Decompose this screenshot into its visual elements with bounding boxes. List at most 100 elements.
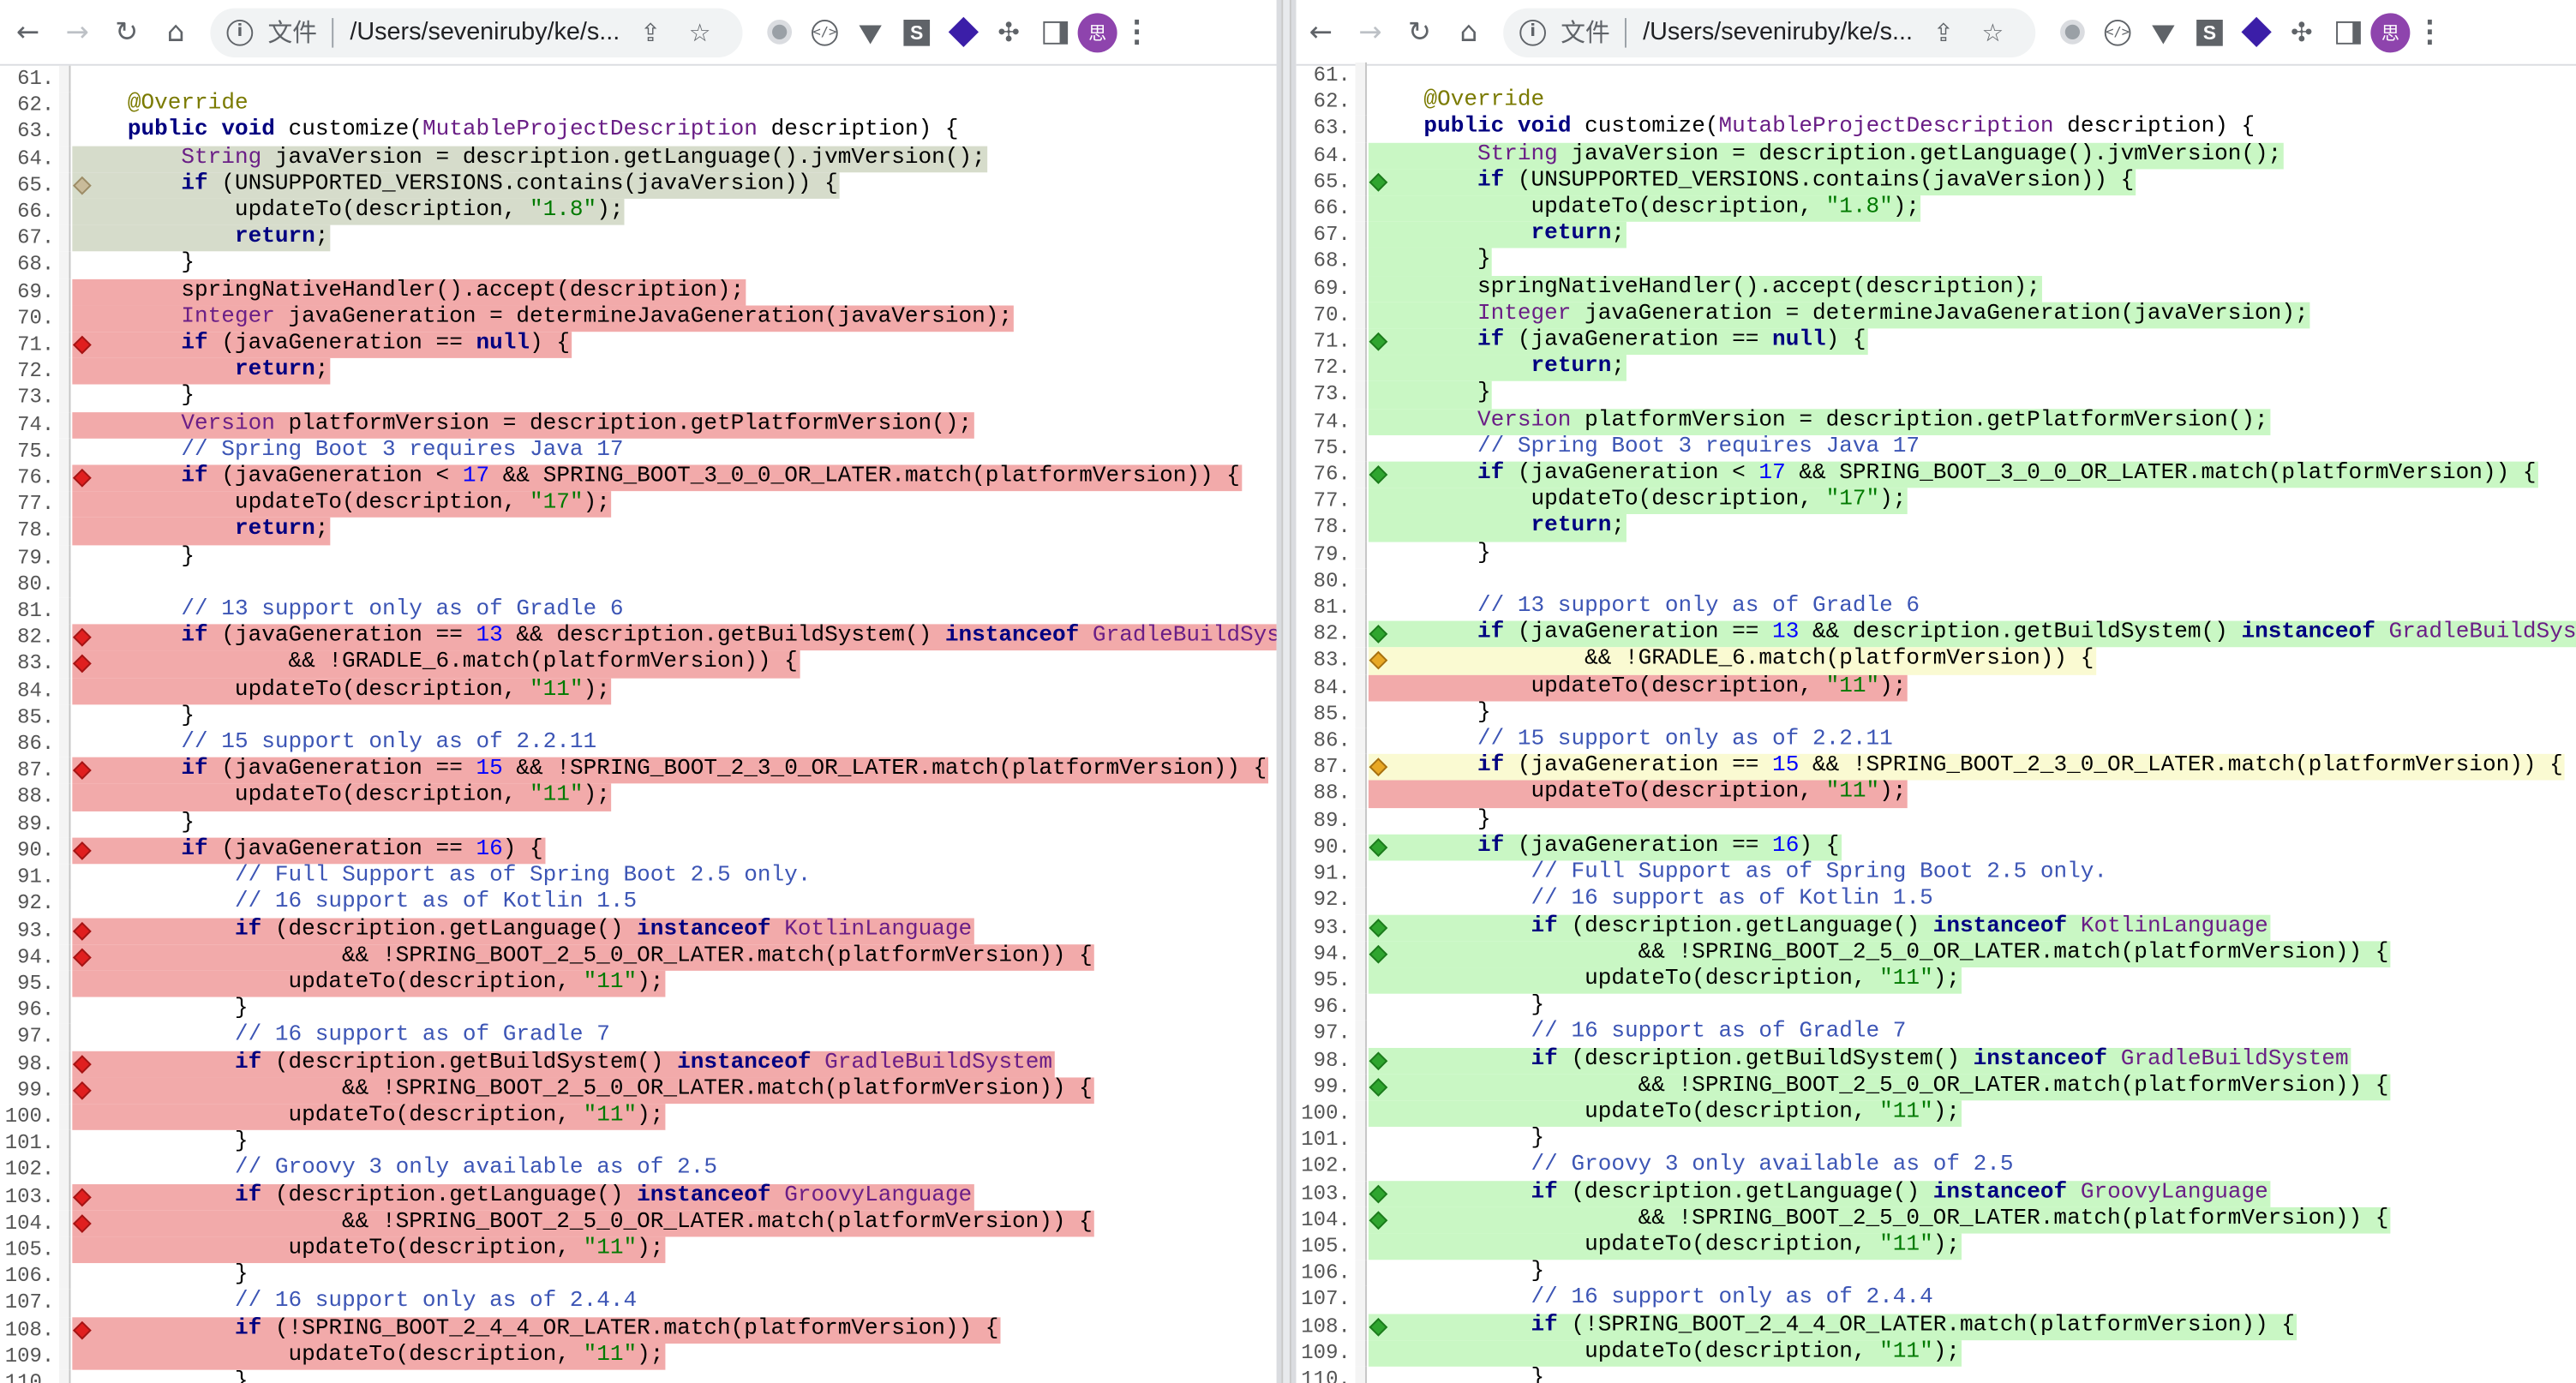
code-text[interactable]: // 16 support as of Kotlin 1.5	[72, 891, 638, 918]
menu-icon[interactable]: ⋮	[1117, 15, 1157, 49]
code-text[interactable]: return;	[1368, 514, 1626, 542]
code-text[interactable]: String javaVersion = description.getLang…	[72, 145, 987, 172]
code-text[interactable]	[72, 572, 75, 598]
code-text[interactable]: // Spring Boot 3 requires Java 17	[1369, 435, 1921, 462]
share-icon[interactable]: ⇪	[626, 17, 675, 47]
code-text[interactable]: // Full Support as of Spring Boot 2.5 on…	[1369, 861, 2109, 888]
code-text[interactable]: }	[1369, 807, 1493, 834]
code-text[interactable]: // 16 support only as of 2.4.4	[72, 1290, 638, 1316]
code-text[interactable]: if (description.getBuildSystem() instanc…	[72, 1050, 1054, 1077]
bookmark-star-icon[interactable]: ☆	[1968, 17, 2018, 47]
code-text[interactable]	[72, 66, 75, 93]
code-text[interactable]: updateTo(description, "11");	[72, 1103, 666, 1131]
extension-s-icon[interactable]: S	[2187, 8, 2233, 57]
code-text[interactable]: // Groovy 3 only available as of 2.5	[1369, 1153, 2016, 1180]
code-text[interactable]: updateTo(description, "11");	[1368, 1100, 1962, 1128]
code-text[interactable]: if (javaGeneration < 17 && SPRING_BOOT_3…	[1368, 461, 2538, 488]
address-url[interactable]: /Users/seveniruby/ke/s...	[1643, 18, 1919, 46]
reload-icon[interactable]: ↻	[1395, 8, 1445, 57]
code-text[interactable]: updateTo(description, "11");	[72, 678, 612, 705]
code-text[interactable]: return;	[1368, 222, 1626, 249]
code-text[interactable]: }	[72, 1370, 249, 1383]
code-text[interactable]: updateTo(description, "11");	[1368, 674, 1908, 702]
code-text[interactable]: // 16 support only as of 2.4.4	[1369, 1287, 1935, 1314]
forward-arrow-icon[interactable]: →	[52, 8, 102, 57]
code-text[interactable]: public void customize(MutableProjectDesc…	[72, 119, 960, 146]
extension-vue-icon[interactable]: ▼	[848, 8, 894, 57]
info-icon[interactable]: i	[226, 19, 254, 45]
code-text[interactable]: updateTo(description, "1.8");	[72, 198, 626, 226]
extension-circle-icon[interactable]	[2049, 8, 2095, 57]
extension-diamond-icon[interactable]	[940, 8, 986, 57]
extension-diamond-icon[interactable]	[2232, 8, 2279, 57]
bookmark-star-icon[interactable]: ☆	[675, 17, 725, 47]
code-text[interactable]: // Full Support as of Spring Boot 2.5 on…	[72, 864, 812, 890]
info-icon[interactable]: i	[1519, 19, 1546, 45]
home-icon[interactable]: ⌂	[1444, 8, 1494, 57]
forward-arrow-icon[interactable]: →	[1345, 8, 1395, 57]
code-text[interactable]: if (javaGeneration == 15 && !SPRING_BOOT…	[1368, 754, 2565, 781]
code-text[interactable]: updateTo(description, "17");	[72, 491, 612, 518]
code-text[interactable]: Version platformVersion = description.ge…	[72, 411, 974, 439]
code-text[interactable]: // 16 support as of Gradle 7	[72, 1024, 611, 1051]
sidebar-icon[interactable]	[2325, 8, 2371, 57]
code-text[interactable]: }	[72, 997, 249, 1024]
code-text[interactable]: }	[1369, 701, 1493, 727]
code-text[interactable]: }	[1369, 1260, 1546, 1287]
code-text[interactable]: updateTo(description, "11");	[1368, 1339, 1962, 1367]
code-text[interactable]: if (UNSUPPORTED_VERSIONS.contains(javaVe…	[1368, 169, 2136, 196]
code-text[interactable]: Integer javaGeneration = determineJavaGe…	[1368, 302, 2310, 329]
avatar[interactable]: 思	[2370, 12, 2411, 52]
code-text[interactable]: return;	[72, 518, 331, 545]
code-text[interactable]: if (javaGeneration == 13 && description.…	[72, 624, 1277, 651]
code-text[interactable]	[1369, 63, 1372, 89]
extension-circle-icon[interactable]	[756, 8, 802, 57]
code-text[interactable]: // 15 support only as of 2.2.11	[1369, 727, 1895, 754]
code-text[interactable]: if (UNSUPPORTED_VERSIONS.contains(javaVe…	[72, 171, 840, 199]
extension-code-icon[interactable]: </>	[2094, 8, 2141, 57]
code-text[interactable]: }	[1369, 994, 1546, 1021]
code-text[interactable]: }	[72, 811, 196, 837]
code-text[interactable]: }	[1369, 542, 1493, 568]
code-text[interactable]: }	[72, 1263, 249, 1290]
address-bar[interactable]: i 文件 /Users/seveniruby/ke/s... ⇪ ☆	[210, 7, 743, 57]
code-text[interactable]: && !SPRING_BOOT_2_5_0_OR_LATER.match(pla…	[72, 1076, 1094, 1104]
code-text[interactable]: updateTo(description, "11");	[1368, 1233, 1962, 1260]
code-text[interactable]: updateTo(description, "11");	[72, 1343, 666, 1370]
code-text[interactable]: String javaVersion = description.getLang…	[1368, 142, 2284, 170]
code-text[interactable]: if (description.getLanguage() instanceof…	[1368, 1180, 2270, 1207]
code-text[interactable]: updateTo(description, "11");	[1368, 967, 1962, 994]
code-text[interactable]: && !SPRING_BOOT_2_5_0_OR_LATER.match(pla…	[1368, 1206, 2391, 1234]
extension-vue-icon[interactable]: ▼	[2141, 8, 2187, 57]
code-text[interactable]: if (javaGeneration == 16) {	[1368, 834, 1842, 861]
code-text[interactable]: if (javaGeneration < 17 && SPRING_BOOT_3…	[72, 464, 1242, 492]
code-text[interactable]: && !SPRING_BOOT_2_5_0_OR_LATER.match(pla…	[72, 943, 1094, 971]
code-text[interactable]: if (!SPRING_BOOT_2_4_4_OR_LATER.match(pl…	[72, 1316, 1001, 1344]
code-text[interactable]: && !SPRING_BOOT_2_5_0_OR_LATER.match(pla…	[1368, 1074, 2391, 1101]
code-text[interactable]: && !SPRING_BOOT_2_5_0_OR_LATER.match(pla…	[1368, 940, 2391, 967]
code-text[interactable]: // Groovy 3 only available as of 2.5	[72, 1157, 719, 1183]
code-text[interactable]: }	[1369, 1127, 1546, 1153]
code-text[interactable]: updateTo(description, "1.8");	[1368, 195, 1922, 223]
reload-icon[interactable]: ↻	[102, 8, 152, 57]
code-text[interactable]: if (javaGeneration == null) {	[1368, 328, 1868, 356]
code-text[interactable]: return;	[1368, 355, 1626, 382]
code-text[interactable]: springNativeHandler().accept(description…	[1368, 275, 2042, 302]
code-text[interactable]: Version platformVersion = description.ge…	[1368, 408, 2270, 435]
avatar[interactable]: 思	[1077, 12, 1117, 52]
code-text[interactable]: if (!SPRING_BOOT_2_4_4_OR_LATER.match(pl…	[1368, 1313, 2297, 1340]
code-text[interactable]: }	[1368, 248, 1493, 276]
back-arrow-icon[interactable]: ←	[3, 8, 53, 57]
code-text[interactable]: }	[1368, 381, 1493, 409]
home-icon[interactable]: ⌂	[151, 8, 201, 57]
share-icon[interactable]: ⇪	[1919, 17, 1968, 47]
code-text[interactable]: if (description.getLanguage() instanceof…	[72, 1183, 974, 1211]
code-text[interactable]	[1369, 568, 1372, 595]
code-text[interactable]: }	[72, 704, 196, 731]
puzzle-icon[interactable]: ✣	[985, 8, 1032, 57]
code-text[interactable]: if (javaGeneration == 15 && !SPRING_BOOT…	[72, 757, 1269, 785]
code-text[interactable]: // 16 support as of Gradle 7	[1369, 1021, 1908, 1047]
puzzle-icon[interactable]: ✣	[2279, 8, 2325, 57]
code-text[interactable]: }	[72, 385, 196, 411]
code-text[interactable]: }	[1369, 1367, 1546, 1383]
